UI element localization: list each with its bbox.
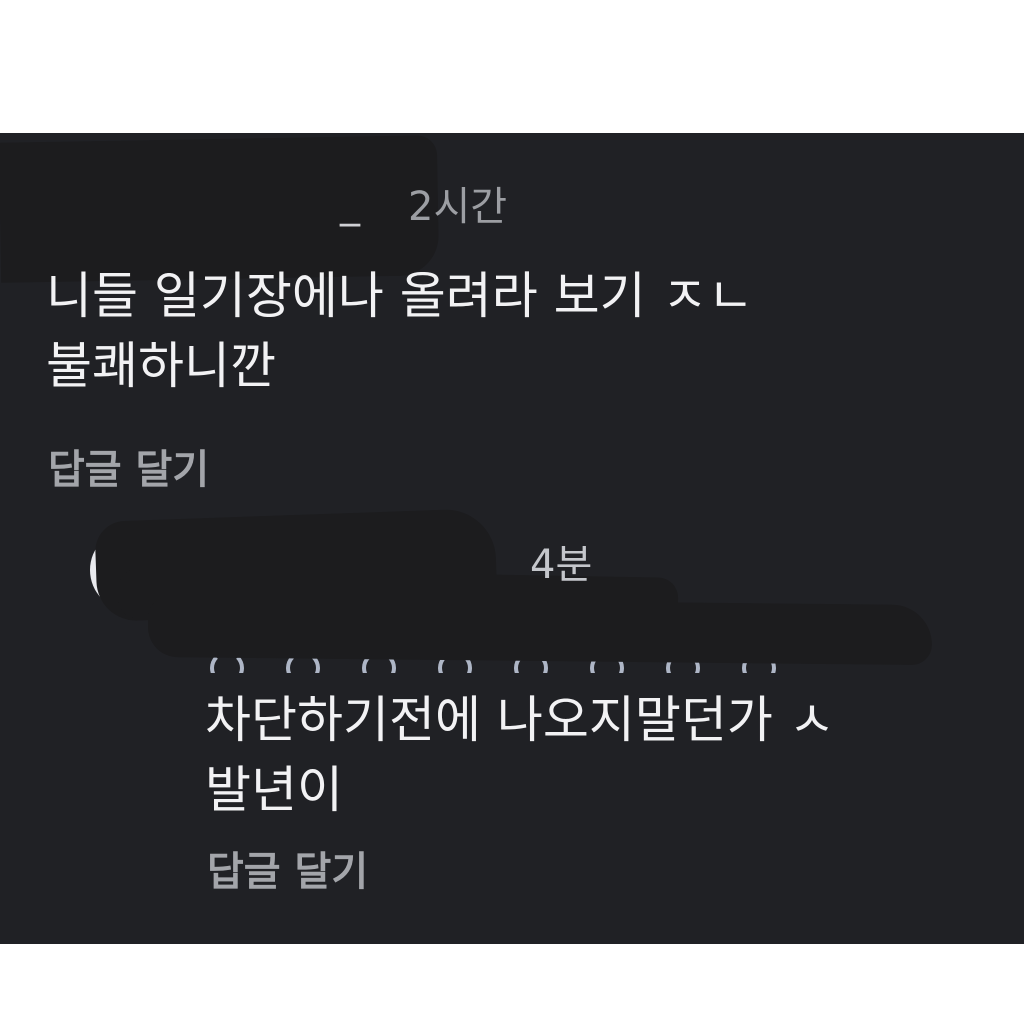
comment-text: 니들 일기장에나 올려라 보기 ㅈㄴ 불쾌하니깐 <box>46 267 754 395</box>
reply-button[interactable]: 답글 달기 <box>48 446 209 494</box>
reply-button[interactable]: 답글 달기 <box>207 848 368 896</box>
redacted-mention <box>147 596 933 666</box>
comment-time: 2시간 <box>408 184 508 230</box>
comment-text: 차단하기전에 나오지말던가 ㅅ 발년이 <box>205 691 835 819</box>
comment-time: 4분 <box>530 542 593 588</box>
comment-thread: _ 2시간 니들 일기장에나 올려라 보기 ㅈㄴ 불쾌하니깐 답글 달기 4분 … <box>0 133 1024 944</box>
comment-author-suffix: _ <box>340 181 360 227</box>
